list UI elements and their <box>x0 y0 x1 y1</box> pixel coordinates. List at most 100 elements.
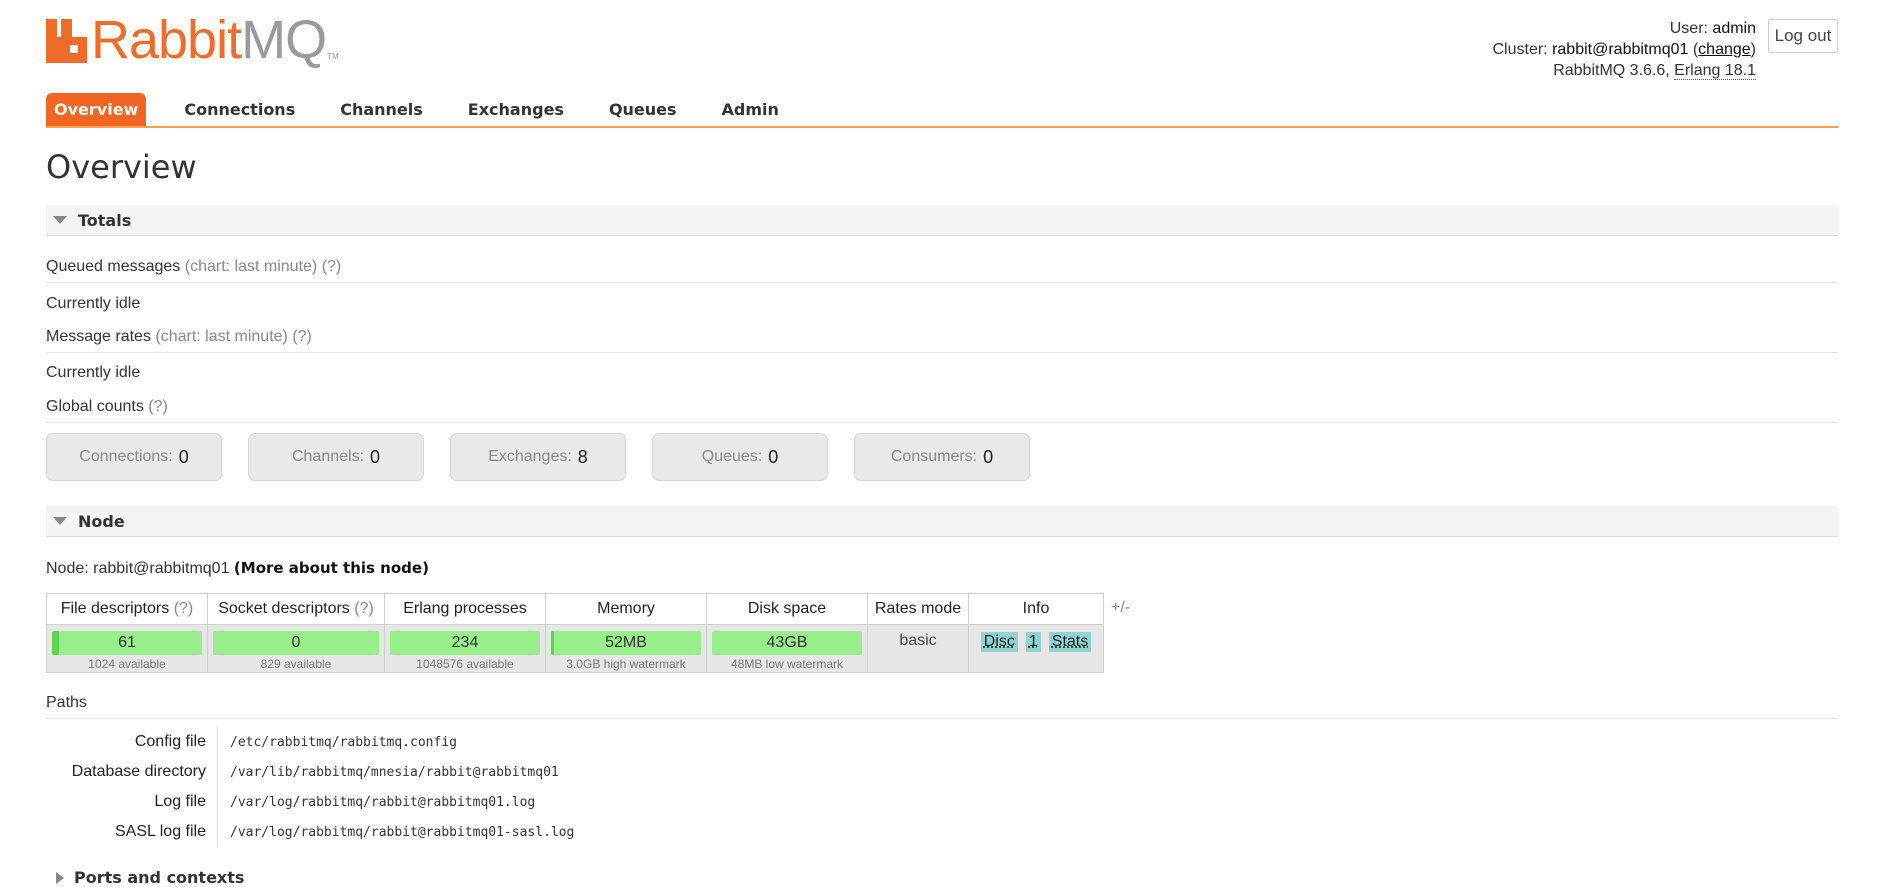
global-counts-heading: Global counts (?) <box>46 398 1838 423</box>
exchanges-count-button[interactable]: Exchanges: 8 <box>450 433 626 481</box>
queues-count-button[interactable]: Queues: 0 <box>652 433 828 481</box>
tab-queues[interactable]: Queues <box>609 93 677 127</box>
node-table-header-row: File descriptors (?) Socket descriptors … <box>46 593 1104 625</box>
header-rates-mode: Rates mode <box>867 593 969 625</box>
node-label: Node: <box>46 560 89 577</box>
tab-channels[interactable]: Channels <box>340 93 423 127</box>
channels-count-button[interactable]: Channels: 0 <box>248 433 424 481</box>
tab-exchanges[interactable]: Exchanges <box>468 93 564 127</box>
header-info: Info <box>968 593 1104 625</box>
path-key: Database directory <box>46 757 218 787</box>
paths-table: Config file/etc/rabbitmq/rabbitmq.config… <box>46 727 574 847</box>
header-label: File descriptors <box>60 600 170 617</box>
count-value: 0 <box>983 446 994 467</box>
count-label: Connections: <box>79 448 173 465</box>
path-key: Log file <box>46 787 218 817</box>
file-descriptors-bar: 61 <box>52 631 202 655</box>
collapse-triangle-icon <box>53 517 67 525</box>
cluster-label: Cluster: <box>1492 41 1548 58</box>
queued-help-link[interactable]: (?) <box>322 258 342 275</box>
erlang-processes-value: 234 <box>451 634 479 651</box>
node-table-data-row: 61 1024 available 0 829 available 234 10… <box>46 624 1104 673</box>
global-counts-help-link[interactable]: (?) <box>148 398 168 415</box>
more-about-node-link[interactable]: (More about this node) <box>234 559 429 577</box>
message-rates-label: Message rates <box>46 328 151 345</box>
node-line: Node: rabbit@rabbitmq01 (More about this… <box>46 559 429 578</box>
memory-value: 52MB <box>605 634 647 651</box>
disk-space-value: 43GB <box>766 634 808 651</box>
cluster-line: Cluster: rabbit@rabbitmq01 (change) <box>1492 41 1757 58</box>
global-counts-label: Global counts <box>46 398 144 415</box>
path-row: Log file/var/log/rabbitmq/rabbit@rabbitm… <box>46 787 574 817</box>
header-erlang-processes: Erlang processes <box>384 593 546 625</box>
tab-connections[interactable]: Connections <box>184 93 295 127</box>
rates-chart-range-link[interactable]: (chart: last minute) <box>155 328 287 345</box>
stats-badge[interactable]: Stats <box>1048 632 1092 652</box>
totals-title: Totals <box>78 210 132 230</box>
count-label: Channels: <box>291 448 365 465</box>
user-line: User: admin <box>1493 18 1756 39</box>
info-cell: Disc 1 Stats <box>968 624 1104 673</box>
disc-badge[interactable]: Disc <box>980 632 1018 652</box>
collapse-triangle-icon <box>53 216 67 224</box>
erlang-processes-cell: 234 1048576 available <box>384 624 546 673</box>
paths-heading: Paths <box>46 694 1838 719</box>
path-value: /var/log/rabbitmq/rabbit@rabbitmq01-sasl… <box>230 824 575 840</box>
rates-mode-value: basic <box>899 632 937 649</box>
file-descriptors-cell: 61 1024 available <box>46 624 208 673</box>
usage-fill <box>52 631 59 655</box>
rabbitmq-logo[interactable]: RabbitMQ TM <box>46 13 339 67</box>
memory-bar: 52MB <box>551 631 701 655</box>
erlang-processes-available: 1048576 available <box>416 657 514 671</box>
path-value: /var/log/rabbitmq/rabbit@rabbitmq01.log <box>230 794 536 810</box>
sockets-help-link[interactable]: (?) <box>354 600 374 617</box>
path-value: /etc/rabbitmq/rabbitmq.config <box>230 734 457 750</box>
ports-contexts-title: Ports and contexts <box>74 868 245 887</box>
count-label: Consumers: <box>890 448 978 465</box>
version-line: RabbitMQ 3.6.6, Erlang 18.1 <box>1493 60 1756 81</box>
connections-count-button[interactable]: Connections: 0 <box>46 433 222 481</box>
file-descriptors-value: 61 <box>118 634 136 651</box>
disk-space-watermark: 48MB low watermark <box>730 657 844 671</box>
count-label: Queues: <box>701 448 763 465</box>
path-row: SASL log file/var/log/rabbitmq/rabbit@ra… <box>46 817 574 847</box>
disk-space-bar: 43GB <box>712 631 862 655</box>
user-name: admin <box>1712 20 1756 37</box>
file-descriptors-available: 1024 available <box>88 657 166 671</box>
ports-contexts-section-header[interactable]: Ports and contexts <box>46 868 244 887</box>
node-title: Node <box>78 511 125 531</box>
toggle-columns-link[interactable]: +/- <box>1111 599 1130 617</box>
tab-underline <box>46 126 1838 128</box>
user-info: User: admin Cluster: rabbit@rabbitmq01 (… <box>1492 18 1757 81</box>
header-file-descriptors: File descriptors (?) <box>46 593 208 625</box>
change-cluster-link[interactable]: change <box>1698 41 1751 58</box>
logo-mq-text: MQ <box>241 10 327 70</box>
node-section-header[interactable]: Node <box>46 506 1838 537</box>
tab-admin[interactable]: Admin <box>722 93 779 127</box>
logout-button[interactable]: Log out <box>1768 19 1838 53</box>
tab-overview[interactable]: Overview <box>46 93 147 127</box>
rates-help-link[interactable]: (?) <box>292 328 312 345</box>
queued-chart-range-link[interactable]: (chart: last minute) <box>185 258 317 275</box>
logo-wordmark: RabbitMQ <box>91 13 327 67</box>
header-disk-space: Disk space <box>706 593 868 625</box>
count-value: 0 <box>370 446 381 467</box>
count-value: 8 <box>577 446 588 467</box>
consumers-count-button[interactable]: Consumers: 0 <box>854 433 1030 481</box>
node-stats-table: File descriptors (?) Socket descriptors … <box>46 593 1104 673</box>
logo-rabbit-text: Rabbit <box>91 10 242 70</box>
socket-descriptors-available: 829 available <box>260 657 332 671</box>
global-counts: Connections: 0 Channels: 0 Exchanges: 8 Que… <box>46 433 1056 481</box>
node-name: rabbit@rabbitmq01 <box>93 560 230 577</box>
erlang-processes-bar: 234 <box>390 631 540 655</box>
path-key: Config file <box>46 727 218 757</box>
count-label: Exchanges: <box>488 448 572 465</box>
fd-help-link[interactable]: (?) <box>174 600 194 617</box>
totals-section-header[interactable]: Totals <box>46 205 1838 236</box>
main-tabs: Overview Connections Channels Exchanges … <box>46 93 824 127</box>
erlang-version[interactable]: Erlang 18.1 <box>1674 62 1756 80</box>
count-badge[interactable]: 1 <box>1025 632 1041 652</box>
path-row: Config file/etc/rabbitmq/rabbitmq.config <box>46 727 574 757</box>
logo-trademark: TM <box>327 52 339 61</box>
header-memory: Memory <box>545 593 707 625</box>
